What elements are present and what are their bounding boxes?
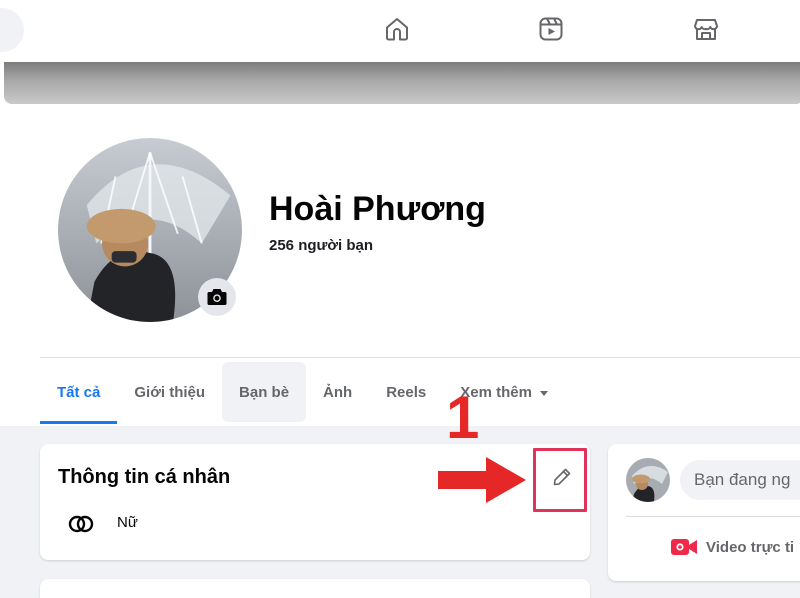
tab-all-label: Tất cả [57, 383, 101, 401]
marketplace-icon[interactable] [691, 14, 721, 44]
edit-button-highlight-box [533, 448, 587, 512]
post-composer-card: Bạn đang ng Video trực ti [608, 444, 800, 581]
tab-reels-label: Reels [386, 383, 427, 401]
arrow-right-icon [438, 457, 526, 503]
personal-info-title: Thông tin cá nhân [58, 466, 231, 488]
tab-all[interactable]: Tất cả [40, 362, 118, 424]
composer-avatar[interactable] [626, 458, 670, 502]
tab-reels[interactable]: Reels [369, 362, 443, 422]
live-video-button[interactable]: Video trực ti [670, 536, 794, 558]
home-icon[interactable] [382, 14, 412, 44]
gender-value: Nữ [117, 514, 138, 531]
tab-about[interactable]: Giới thiệu [117, 362, 222, 422]
profile-tabs: Tất cả Giới thiệu Bạn bè Ảnh Reels Xem t… [40, 362, 565, 424]
profile-name: Hoài Phương [269, 190, 486, 228]
post-input[interactable]: Bạn đang ng [680, 460, 800, 500]
tab-photos[interactable]: Ảnh [306, 362, 369, 422]
step-number: 1 [446, 384, 480, 451]
tab-friends[interactable]: Bạn bè [222, 362, 307, 422]
camera-icon [207, 289, 227, 305]
tab-friends-label: Bạn bè [239, 383, 290, 401]
friend-count-link[interactable]: 256 người bạn [269, 237, 373, 254]
change-avatar-button[interactable] [198, 278, 236, 316]
header-divider [40, 357, 800, 358]
caret-down-icon [539, 390, 548, 396]
gender-icon [68, 515, 94, 533]
live-video-label: Video trực ti [706, 538, 795, 556]
cover-photo[interactable] [4, 62, 800, 104]
video-camera-icon [671, 539, 697, 555]
watch-icon[interactable] [536, 14, 566, 44]
composer-divider [626, 516, 800, 517]
top-navigation [0, 0, 800, 62]
tab-about-label: Giới thiệu [134, 383, 206, 401]
tab-photos-label: Ảnh [323, 383, 353, 401]
next-card [40, 579, 590, 598]
search-button[interactable] [0, 8, 24, 52]
